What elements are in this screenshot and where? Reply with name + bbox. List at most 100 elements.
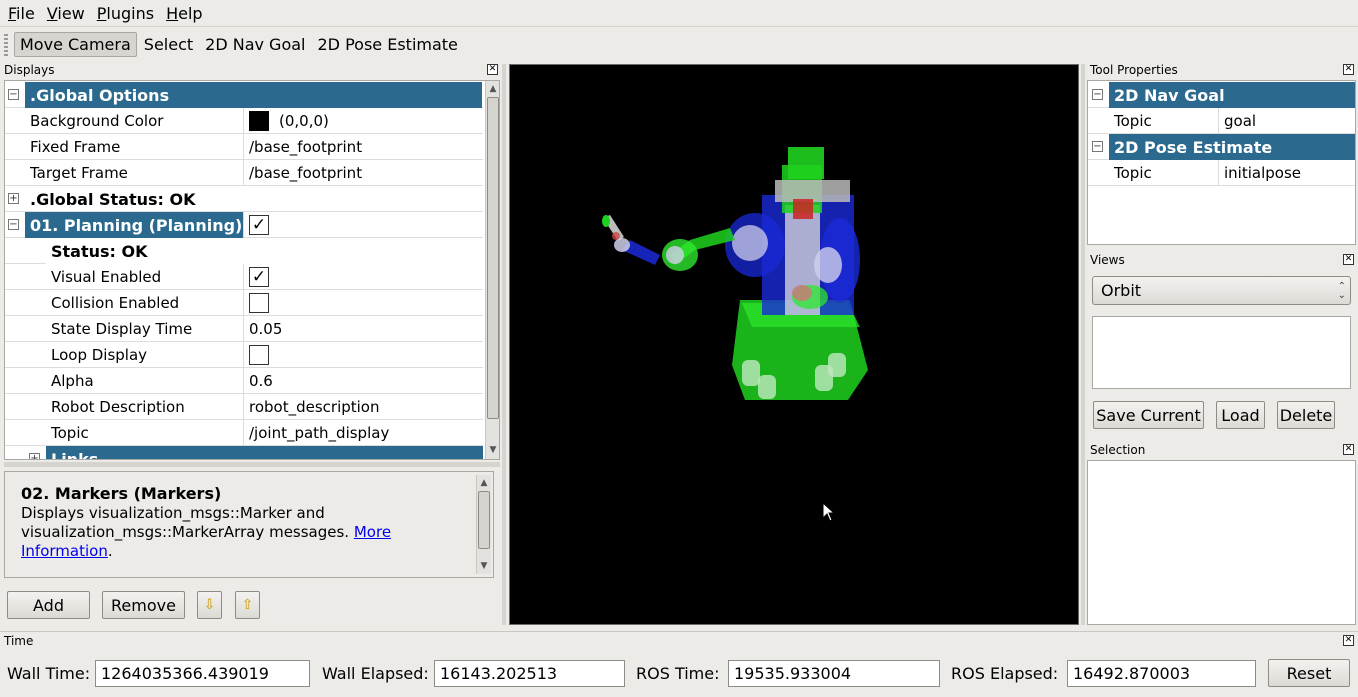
scroll-down-icon[interactable]: ▼ [477, 559, 491, 573]
loop-display-checkbox[interactable] [249, 345, 269, 365]
menu-file[interactable]: File [2, 4, 41, 23]
ros-elapsed-field[interactable]: 16492.870003 [1067, 660, 1256, 687]
reset-time-button[interactable]: Reset [1268, 659, 1350, 687]
tool-2d-nav-goal[interactable]: 2D Nav Goal [200, 32, 310, 57]
wall-time-label: Wall Time: [7, 664, 91, 683]
tree-row-global-status[interactable]: + .Global Status: OK [5, 186, 483, 212]
property-value-fixed-frame[interactable]: /base_footprint [244, 134, 483, 160]
view-type-selected: Orbit [1101, 281, 1142, 300]
menu-plugins[interactable]: Plugins [91, 4, 160, 23]
tree-row-nav-goal[interactable]: − 2D Nav Goal [1088, 82, 1355, 108]
views-title: Views [1090, 253, 1125, 267]
displays-tree-scrollbar[interactable]: ▲ ▼ [485, 81, 499, 459]
planning-enabled-cell: ✓ [244, 212, 483, 238]
menu-help[interactable]: Help [160, 4, 208, 23]
selection-header: Selection ✕ [1086, 442, 1354, 458]
property-value-alpha[interactable]: 0.6 [244, 368, 483, 394]
property-label: Visual Enabled [46, 264, 244, 290]
collapse-icon[interactable]: − [8, 219, 19, 230]
property-value-target-frame[interactable]: /base_footprint [244, 160, 483, 186]
tree-row-collision-enabled[interactable]: Collision Enabled [5, 290, 483, 316]
left-splitter-handle[interactable] [502, 64, 506, 625]
tree-row-state-display-time[interactable]: State Display Time 0.05 [5, 316, 483, 342]
tree-row-global-options[interactable]: − .Global Options [5, 82, 483, 108]
property-value-pose-topic[interactable]: initialpose [1219, 160, 1355, 186]
tree-row-nav-goal-topic[interactable]: Topic goal [1088, 108, 1355, 134]
toolbar-grip-handle[interactable] [4, 33, 8, 56]
close-icon[interactable]: ✕ [1343, 64, 1354, 75]
right-splitter-handle[interactable] [1081, 64, 1085, 625]
scrollbar-thumb[interactable] [487, 97, 499, 419]
collision-enabled-checkbox[interactable] [249, 293, 269, 313]
remove-display-button[interactable]: Remove [102, 591, 185, 619]
robot-gripper-marker [612, 232, 620, 240]
wall-elapsed-label: Wall Elapsed: [322, 664, 429, 683]
collapse-icon[interactable]: − [8, 89, 19, 100]
collapse-icon[interactable]: − [1092, 141, 1103, 152]
robot-sensor [793, 199, 813, 219]
robot-shoulder-lift [732, 225, 768, 261]
add-display-button[interactable]: Add [7, 591, 90, 619]
tree-row-robot-description[interactable]: Robot Description robot_description [5, 394, 483, 420]
ros-time-field[interactable]: 19535.933004 [728, 660, 940, 687]
scroll-up-icon[interactable]: ▲ [486, 82, 499, 96]
loop-display-cell [244, 342, 483, 368]
scrollbar-thumb[interactable] [478, 491, 490, 549]
expand-icon[interactable]: + [8, 193, 19, 204]
property-label: Alpha [46, 368, 244, 394]
property-value-topic[interactable]: /joint_path_display [244, 420, 483, 446]
close-icon[interactable]: ✕ [1343, 254, 1354, 265]
load-view-button[interactable]: Load [1216, 401, 1265, 429]
displays-splitter-handle[interactable] [4, 462, 500, 467]
saved-views-list[interactable] [1092, 316, 1351, 389]
planning-enabled-checkbox[interactable]: ✓ [249, 215, 269, 235]
property-value-background-color[interactable]: (0,0,0) [244, 108, 483, 134]
property-value-nav-goal-topic[interactable]: goal [1219, 108, 1355, 134]
tool-2d-pose-estimate[interactable]: 2D Pose Estimate [313, 32, 463, 57]
save-current-view-button[interactable]: Save Current [1093, 401, 1204, 429]
property-value-robot-description[interactable]: robot_description [244, 394, 483, 420]
close-icon[interactable]: ✕ [1343, 444, 1354, 455]
view-type-dropdown[interactable]: Orbit ⌃ ⌄ [1092, 276, 1351, 305]
property-label: Topic [1109, 160, 1219, 186]
arrow-down-icon: ⇩ [203, 597, 216, 613]
wall-time-field[interactable]: 1264035366.439019 [95, 660, 310, 687]
tree-row-visual-enabled[interactable]: Visual Enabled ✓ [5, 264, 483, 290]
tree-row-topic[interactable]: Topic /joint_path_display [5, 420, 483, 446]
tree-row-planning[interactable]: − 01. Planning (Planning) ✓ [5, 212, 483, 238]
tool-move-camera[interactable]: Move Camera [14, 32, 137, 57]
visual-enabled-checkbox[interactable]: ✓ [249, 267, 269, 287]
tool-select[interactable]: Select [139, 32, 198, 57]
description-scrollbar[interactable]: ▲ ▼ [476, 475, 491, 574]
selection-panel[interactable] [1087, 460, 1356, 625]
tree-row-links[interactable]: + Links [5, 446, 483, 459]
wall-elapsed-field[interactable]: 16143.202513 [434, 660, 625, 687]
menu-view[interactable]: View [41, 4, 91, 23]
robot-fingertip [602, 215, 610, 227]
tree-row-pose-topic[interactable]: Topic initialpose [1088, 160, 1355, 186]
tree-row-loop-display[interactable]: Loop Display [5, 342, 483, 368]
render-view[interactable] [509, 64, 1079, 625]
scroll-up-icon[interactable]: ▲ [477, 476, 491, 490]
move-down-button[interactable]: ⇩ [197, 591, 222, 619]
move-up-button[interactable]: ⇧ [235, 591, 260, 619]
close-icon[interactable]: ✕ [487, 64, 498, 75]
expand-icon[interactable]: + [29, 453, 40, 459]
tree-row-status[interactable]: Status: OK [5, 238, 483, 264]
delete-view-button[interactable]: Delete [1277, 401, 1335, 429]
tree-row-target-frame[interactable]: Target Frame /base_footprint [5, 160, 483, 186]
tree-row-alpha[interactable]: Alpha 0.6 [5, 368, 483, 394]
robot-head-pan [775, 180, 850, 202]
category-links: Links [46, 446, 483, 459]
displays-panel-header: Displays ✕ [0, 62, 498, 78]
tree-row-background-color[interactable]: Background Color (0,0,0) [5, 108, 483, 134]
collapse-icon[interactable]: − [1092, 89, 1103, 100]
description-title: 02. Markers (Markers) [21, 484, 222, 503]
color-swatch[interactable] [249, 111, 269, 131]
tree-row-pose-estimate[interactable]: − 2D Pose Estimate [1088, 134, 1355, 160]
scroll-down-icon[interactable]: ▼ [486, 443, 499, 457]
category-global-options: .Global Options [25, 82, 482, 108]
close-icon[interactable]: ✕ [1343, 635, 1354, 646]
property-value-state-display-time[interactable]: 0.05 [244, 316, 483, 342]
tree-row-fixed-frame[interactable]: Fixed Frame /base_footprint [5, 134, 483, 160]
